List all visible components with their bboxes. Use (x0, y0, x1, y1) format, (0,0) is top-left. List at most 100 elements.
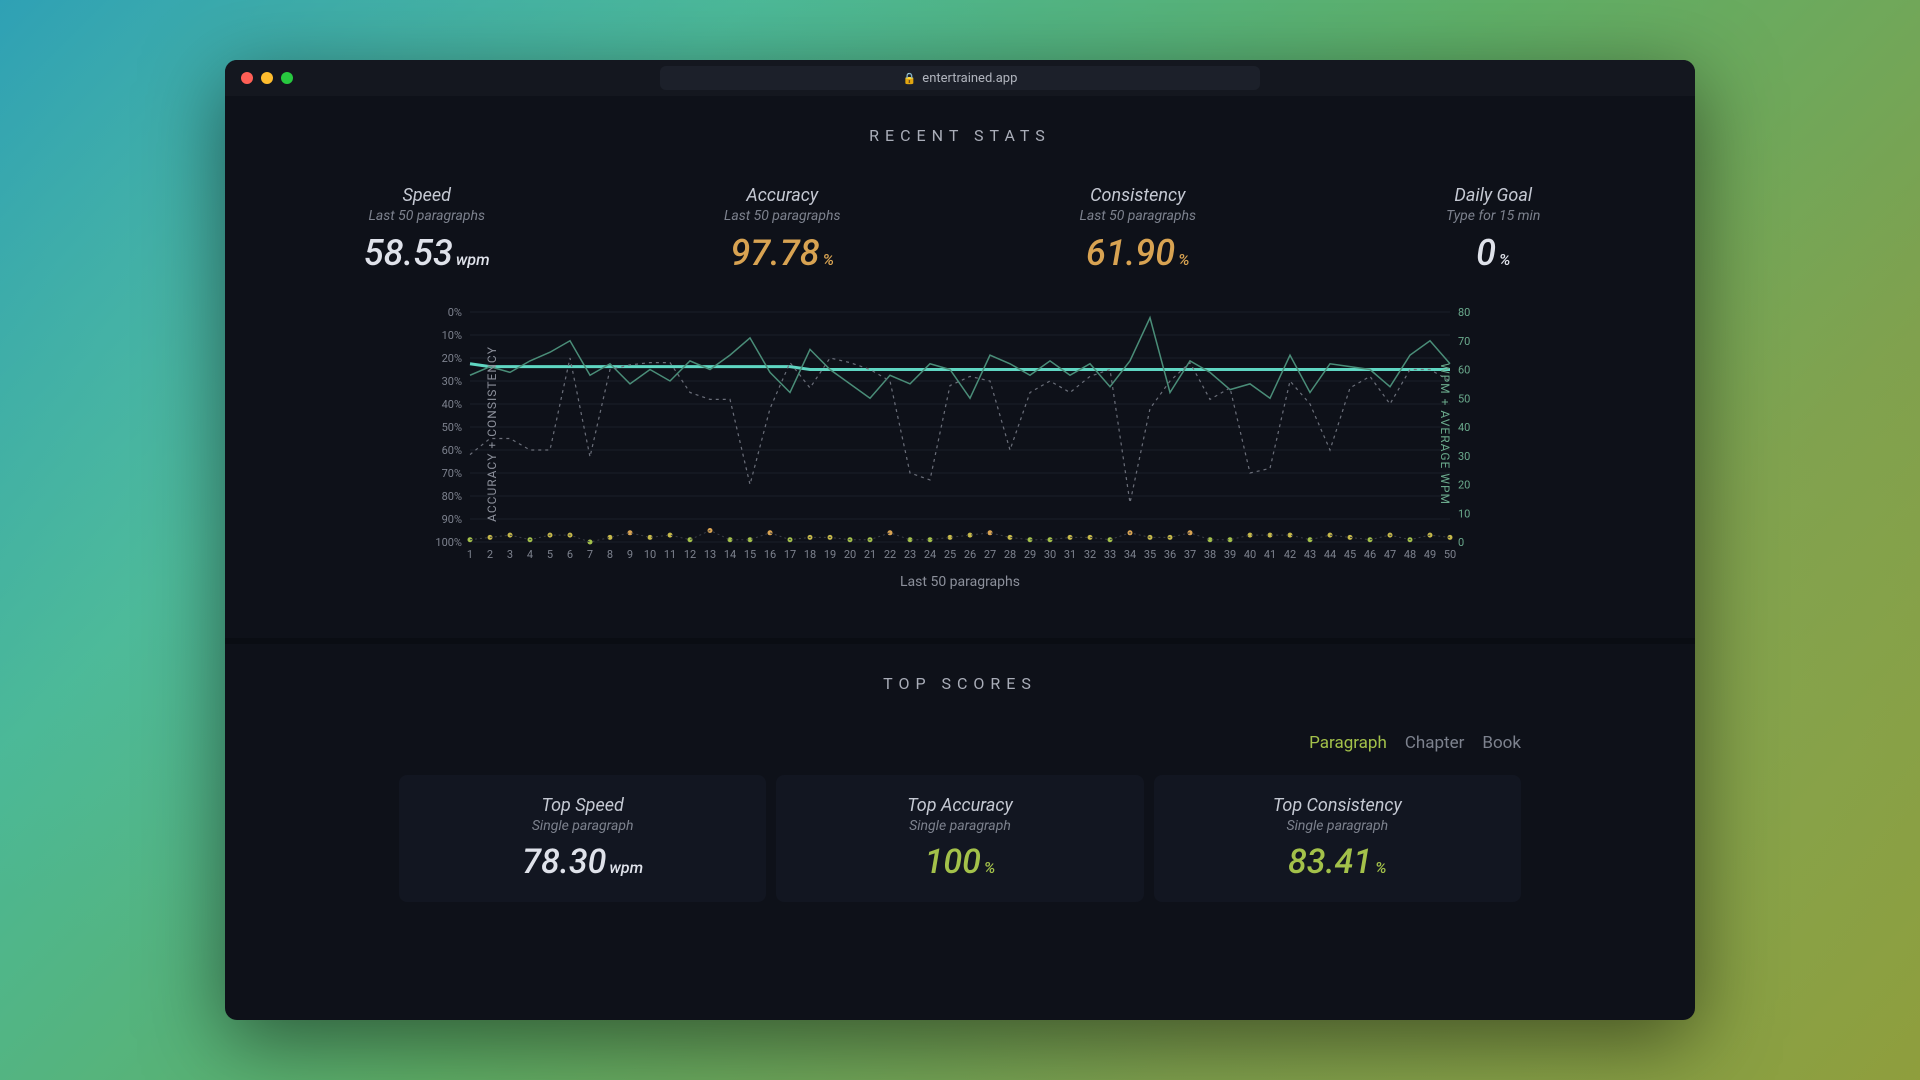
score-value: 100% (796, 842, 1123, 882)
svg-text:35: 35 (1144, 548, 1156, 561)
svg-text:30: 30 (1044, 548, 1056, 561)
svg-text:50%: 50% (442, 421, 462, 434)
svg-text:24: 24 (924, 548, 936, 561)
zoom-icon[interactable] (281, 72, 293, 84)
right-axis-label: WPM + AVERAGE WPM (1438, 363, 1452, 505)
stat-title: Speed (249, 185, 605, 206)
chart-svg: 0%10%20%30%40%50%60%70%80%90%100%0102030… (410, 304, 1510, 564)
stat-value: 61.90% (960, 232, 1316, 274)
stat-card: Daily Goal Type for 15 min 0% (1316, 185, 1672, 274)
svg-text:17: 17 (784, 548, 796, 561)
left-axis-label: ACCURACY + CONSISTENCY (485, 346, 499, 522)
score-subtitle: Single paragraph (796, 818, 1123, 834)
svg-text:80%: 80% (442, 490, 462, 503)
titlebar: 🔒 entertrained.app (225, 60, 1695, 96)
svg-text:7: 7 (587, 548, 593, 561)
stats-chart: ACCURACY + CONSISTENCY WPM + AVERAGE WPM… (410, 304, 1510, 564)
stat-value: 97.78% (605, 232, 961, 274)
stat-value: 58.53wpm (249, 232, 605, 274)
svg-text:9: 9 (627, 548, 633, 561)
stat-title: Daily Goal (1316, 185, 1672, 206)
svg-text:90%: 90% (442, 513, 462, 526)
svg-text:44: 44 (1324, 548, 1336, 561)
svg-text:14: 14 (724, 548, 736, 561)
svg-text:10: 10 (644, 548, 656, 561)
section-divider (225, 638, 1695, 644)
stat-card: Accuracy Last 50 paragraphs 97.78% (605, 185, 961, 274)
score-card: Top Speed Single paragraph 78.30wpm (399, 775, 766, 902)
svg-text:45: 45 (1344, 548, 1356, 561)
svg-text:30%: 30% (442, 375, 462, 388)
stat-value: 0% (1316, 232, 1672, 274)
svg-text:31: 31 (1064, 548, 1076, 561)
svg-text:33: 33 (1104, 548, 1116, 561)
svg-text:19: 19 (824, 548, 836, 561)
tab-chapter[interactable]: Chapter (1405, 733, 1465, 753)
stat-title: Consistency (960, 185, 1316, 206)
svg-text:40: 40 (1458, 421, 1470, 434)
svg-text:6: 6 (567, 548, 573, 561)
url-text: entertrained.app (922, 71, 1017, 86)
svg-text:20%: 20% (442, 352, 462, 365)
svg-text:8: 8 (607, 548, 613, 561)
minimize-icon[interactable] (261, 72, 273, 84)
browser-window: 🔒 entertrained.app RECENT STATS Speed La… (225, 60, 1695, 1020)
svg-text:30: 30 (1458, 450, 1470, 463)
svg-text:11: 11 (664, 548, 676, 561)
svg-text:21: 21 (864, 548, 876, 561)
svg-text:22: 22 (884, 548, 896, 561)
svg-text:20: 20 (844, 548, 856, 561)
score-subtitle: Single paragraph (1174, 818, 1501, 834)
svg-text:5: 5 (547, 548, 553, 561)
svg-text:41: 41 (1264, 548, 1276, 561)
svg-text:37: 37 (1184, 548, 1196, 561)
top-scores-tabs: Paragraph Chapter Book (249, 733, 1521, 753)
svg-text:47: 47 (1384, 548, 1396, 561)
svg-text:13: 13 (704, 548, 716, 561)
svg-text:0%: 0% (448, 306, 462, 319)
svg-text:10%: 10% (442, 329, 462, 342)
svg-text:40: 40 (1244, 548, 1256, 561)
svg-text:2: 2 (487, 548, 493, 561)
score-value: 83.41% (1174, 842, 1501, 882)
svg-text:32: 32 (1084, 548, 1096, 561)
url-bar[interactable]: 🔒 entertrained.app (660, 66, 1260, 90)
svg-text:20: 20 (1458, 479, 1470, 492)
svg-text:4: 4 (527, 548, 533, 561)
score-title: Top Consistency (1174, 795, 1501, 816)
stat-subtitle: Last 50 paragraphs (249, 208, 605, 224)
tab-book[interactable]: Book (1482, 733, 1521, 753)
svg-text:39: 39 (1224, 548, 1236, 561)
svg-text:60: 60 (1458, 364, 1470, 377)
svg-text:46: 46 (1364, 548, 1376, 561)
score-card: Top Accuracy Single paragraph 100% (776, 775, 1143, 902)
stat-subtitle: Last 50 paragraphs (605, 208, 961, 224)
x-axis-label: Last 50 paragraphs (249, 574, 1671, 590)
svg-text:1: 1 (467, 548, 473, 561)
page-content: RECENT STATS Speed Last 50 paragraphs 58… (225, 96, 1695, 902)
score-subtitle: Single paragraph (419, 818, 746, 834)
score-value: 78.30wpm (419, 842, 746, 882)
svg-text:40%: 40% (442, 398, 462, 411)
svg-text:0: 0 (1458, 536, 1464, 549)
stat-subtitle: Type for 15 min (1316, 208, 1672, 224)
svg-text:12: 12 (684, 548, 696, 561)
svg-text:29: 29 (1024, 548, 1036, 561)
svg-text:10: 10 (1458, 507, 1470, 520)
close-icon[interactable] (241, 72, 253, 84)
score-title: Top Accuracy (796, 795, 1123, 816)
svg-text:42: 42 (1284, 548, 1296, 561)
svg-text:26: 26 (964, 548, 976, 561)
svg-text:43: 43 (1304, 548, 1316, 561)
svg-text:34: 34 (1124, 548, 1136, 561)
top-scores-row: Top Speed Single paragraph 78.30wpm Top … (399, 775, 1521, 902)
lock-icon: 🔒 (903, 72, 917, 85)
svg-text:100%: 100% (435, 536, 462, 549)
tab-paragraph[interactable]: Paragraph (1309, 733, 1387, 753)
svg-text:70%: 70% (442, 467, 462, 480)
svg-text:3: 3 (507, 548, 513, 561)
top-scores-title: TOP SCORES (249, 674, 1671, 693)
svg-text:49: 49 (1424, 548, 1436, 561)
stat-title: Accuracy (605, 185, 961, 206)
svg-text:38: 38 (1204, 548, 1216, 561)
